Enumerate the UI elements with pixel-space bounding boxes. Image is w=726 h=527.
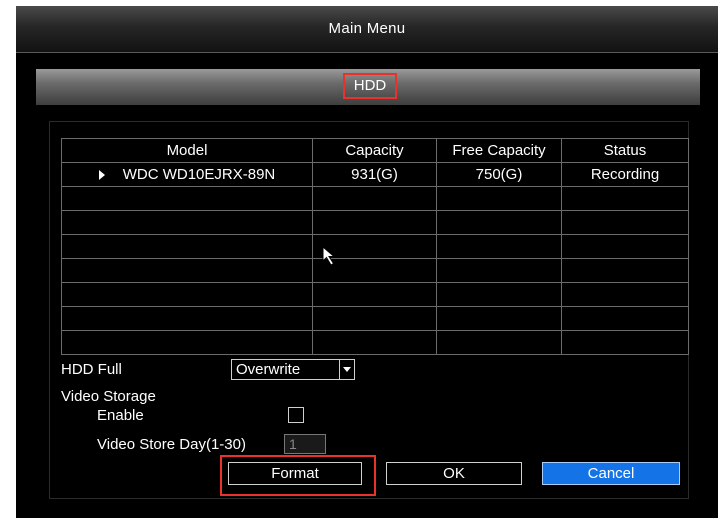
table-row[interactable] [61, 186, 689, 211]
format-button[interactable]: Format [228, 462, 362, 485]
column-header-status: Status [561, 138, 689, 163]
hdd-panel: HDD Model Capacity Free Capacity Status … [36, 69, 700, 504]
main-menu-bar: Main Menu [16, 6, 718, 53]
model-cell: WDC WD10EJRX-89N [61, 162, 313, 187]
status-cell: Recording [561, 162, 689, 187]
hdd-title-bar: HDD [36, 69, 700, 105]
video-store-day-label: Video Store Day(1-30) [97, 436, 246, 453]
enable-label: Enable [97, 407, 144, 424]
table-row[interactable]: WDC WD10EJRX-89N 931(G) 750(G) Recording [61, 162, 689, 187]
table-row[interactable] [61, 282, 689, 307]
table-row[interactable] [61, 210, 689, 235]
main-menu-title: Main Menu [328, 20, 406, 37]
table-row[interactable] [61, 330, 689, 355]
column-header-free-capacity: Free Capacity [436, 138, 562, 163]
chevron-down-icon[interactable] [339, 360, 354, 379]
video-storage-label: Video Storage [61, 388, 156, 405]
dvr-window: Main Menu HDD Model Capacity Free Capaci… [16, 6, 718, 518]
video-store-day-input[interactable]: 1 [284, 434, 326, 454]
hdd-full-label: HDD Full [61, 361, 122, 378]
table-row[interactable] [61, 258, 689, 283]
row-selected-arrow-icon [98, 170, 105, 181]
table-row[interactable] [61, 306, 689, 331]
table-row[interactable] [61, 234, 689, 259]
table-header-row: Model Capacity Free Capacity Status [61, 138, 689, 163]
hdd-table: Model Capacity Free Capacity Status WDC … [61, 138, 689, 355]
model-value: WDC WD10EJRX-89N [122, 166, 276, 183]
column-header-capacity: Capacity [312, 138, 437, 163]
capacity-cell: 931(G) [312, 162, 437, 187]
free-capacity-cell: 750(G) [436, 162, 562, 187]
enable-checkbox[interactable] [288, 407, 304, 423]
ok-button[interactable]: OK [386, 462, 522, 485]
hdd-title: HDD [343, 73, 397, 99]
column-header-model: Model [61, 138, 313, 163]
hdd-full-value: Overwrite [236, 361, 301, 378]
mouse-cursor-icon [322, 246, 336, 266]
hdd-full-select[interactable]: Overwrite [231, 359, 355, 380]
cancel-button[interactable]: Cancel [542, 462, 680, 485]
